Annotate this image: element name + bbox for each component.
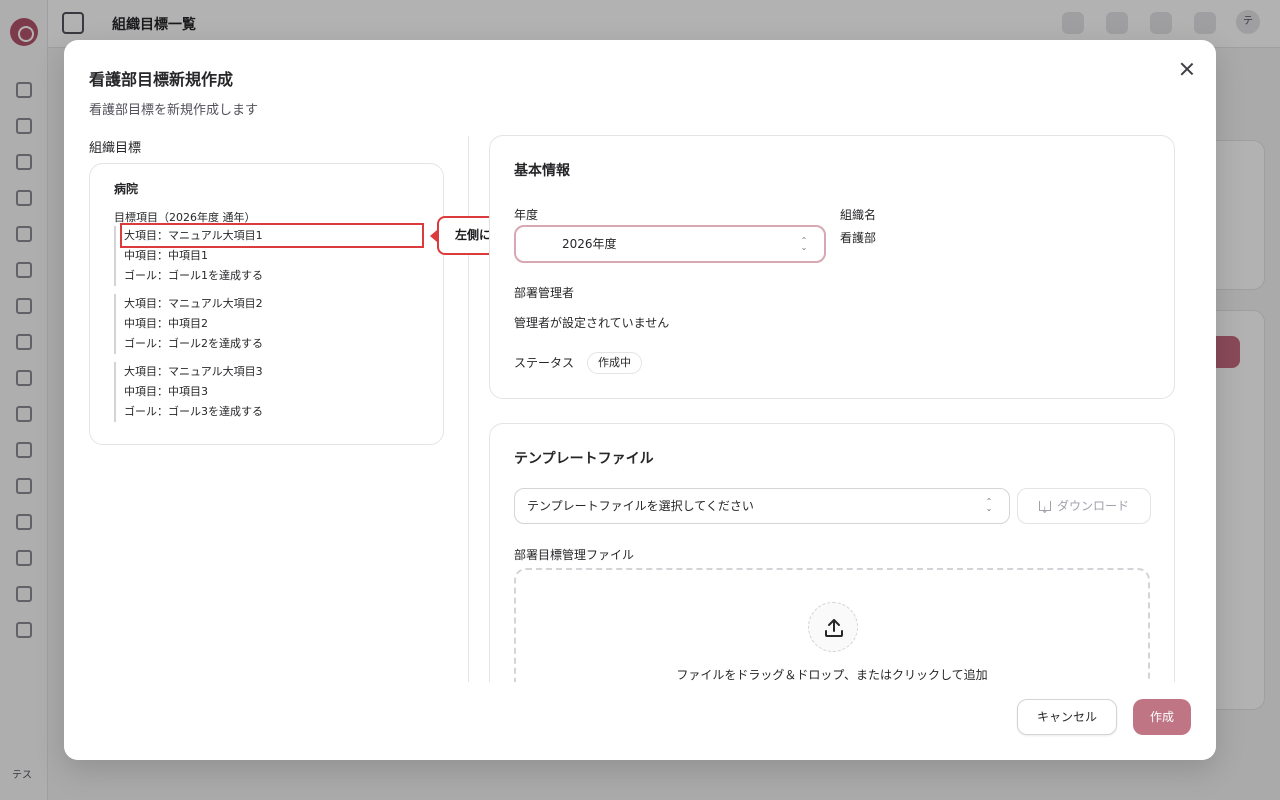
manager-label: 部署管理者 (514, 286, 575, 300)
chevron-up-down-icon: ⌃ ⌄ (800, 236, 808, 252)
org-name-label: 組織名 (840, 208, 877, 222)
template-select-placeholder: テンプレートファイルを選択してください (527, 499, 754, 513)
template-select[interactable]: テンプレートファイルを選択してください ⌃ ⌄ (514, 488, 1010, 524)
goal-group: 大項目：マニュアル大項目3 中項目：中項目3 ゴール：ゴール3を達成する (114, 362, 424, 422)
goal-middle: 中項目：中項目1 (124, 249, 208, 262)
goal-goal: ゴール：ゴール2を達成する (124, 337, 263, 350)
year-select-value: 2026年度 (562, 237, 617, 251)
callout-arrow (430, 230, 437, 242)
basic-info-card: 基本情報 年度 2026年度 ⌃ ⌄ 組織名 看護部 部署管理者 管理者が設定され… (489, 135, 1175, 399)
year-select[interactable]: 2026年度 ⌃ ⌄ (514, 225, 826, 263)
dropzone-text: ファイルをドラッグ＆ドロップ、またはクリックして追加 (676, 668, 988, 682)
goal-group: 大項目：マニュアル大項目2 中項目：中項目2 ゴール：ゴール2を達成する (114, 294, 424, 354)
highlight-box (120, 223, 424, 248)
download-icon (1038, 494, 1051, 528)
basic-info-title: 基本情報 (514, 163, 570, 179)
org-goal-card: 病院 目標項目（2026年度 通年） 大項目：マニュアル大項目1 中項目：中項目… (89, 163, 444, 445)
create-goal-dialog: 看護部目標新規作成 看護部目標を新規作成します 組織目標 病院 目標項目（202… (64, 40, 1216, 760)
goal-goal: ゴール：ゴール3を達成する (124, 405, 263, 418)
cancel-button[interactable]: キャンセル (1017, 699, 1117, 735)
goal-goal: ゴール：ゴール1を達成する (124, 269, 263, 282)
org-name: 病院 (114, 182, 139, 196)
file-label: 部署目標管理ファイル (514, 548, 635, 562)
create-button[interactable]: 作成 (1133, 699, 1191, 735)
close-icon[interactable] (1176, 58, 1198, 80)
template-title: テンプレートファイル (514, 451, 654, 467)
chevron-up-down-icon: ⌃ ⌄ (985, 497, 993, 513)
status-label: ステータス (514, 356, 575, 370)
year-label: 年度 (514, 208, 539, 222)
dialog-title: 看護部目標新規作成 (89, 70, 234, 89)
dialog-description: 看護部目標を新規作成します (89, 103, 259, 118)
goal-major: 大項目：マニュアル大項目2 (124, 297, 263, 310)
status-badge: 作成中 (587, 352, 642, 374)
download-button[interactable]: ダウンロード (1017, 488, 1151, 528)
org-goals-label: 組織目標 (89, 141, 142, 156)
upload-icon (808, 602, 858, 652)
download-label: ダウンロード (1056, 499, 1129, 513)
org-name-value: 看護部 (840, 231, 877, 245)
goal-middle: 中項目：中項目3 (124, 385, 208, 398)
goal-major: 大項目：マニュアル大項目3 (124, 365, 263, 378)
manager-value: 管理者が設定されていません (514, 316, 670, 330)
goal-middle: 中項目：中項目2 (124, 317, 208, 330)
